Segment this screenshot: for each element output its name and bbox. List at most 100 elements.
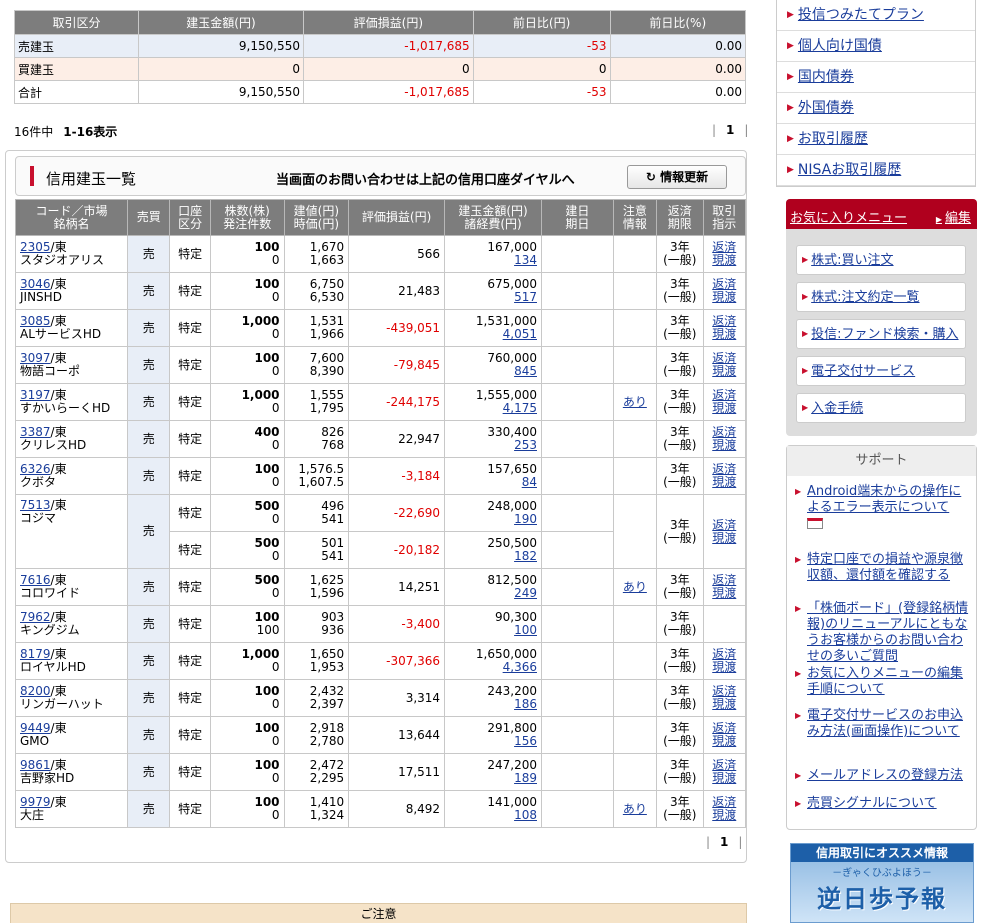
support-link[interactable]: ▶ 特定口座での損益や源泉徴収額、還付額を確認する <box>793 552 973 584</box>
deliver-link[interactable]: 現渡 <box>704 661 746 674</box>
amount-cell: 1,650,000 4,366 <box>444 642 542 680</box>
arrow-icon: ▶ <box>795 604 802 613</box>
fee-link[interactable]: 108 <box>445 809 537 822</box>
repay-link[interactable]: 返済 <box>704 518 746 532</box>
fee-link[interactable]: 253 <box>445 439 537 452</box>
fee-link[interactable]: 4,051 <box>445 328 537 341</box>
deliver-link[interactable]: 現渡 <box>704 291 746 304</box>
stock-code-link[interactable]: 3097 <box>20 351 51 365</box>
fee-link[interactable]: 249 <box>445 587 537 600</box>
quantity-cell: 100 0 <box>209 235 285 273</box>
fee-link[interactable]: 84 <box>445 476 537 489</box>
support-link[interactable]: ▶ Android端末からの操作によるエラー表示について <box>793 484 973 532</box>
fee-link[interactable]: 182 <box>445 550 537 563</box>
stock-code-link[interactable]: 7616 <box>20 573 51 587</box>
favorites-edit-link[interactable]: ▶ 編集 <box>936 207 971 226</box>
deliver-link[interactable]: 現渡 <box>704 772 746 785</box>
market-label: /東 <box>50 684 67 698</box>
support-label: 「株価ボード」(登録銘柄情報)のリニューアルにともなうお客様からのお問い合わせの… <box>807 601 969 664</box>
refresh-button[interactable]: ↻ 情報更新 <box>627 165 727 189</box>
right-nav-link[interactable]: ▶ NISAお取引履歴 <box>777 155 975 186</box>
deliver-link[interactable]: 現渡 <box>704 735 746 748</box>
action-cell: 返済 現渡 <box>702 790 746 828</box>
side-cell: 売 <box>127 568 171 606</box>
deliver-link[interactable]: 現渡 <box>704 809 746 822</box>
stock-code-link[interactable]: 3085 <box>20 314 51 328</box>
side-cell: 売 <box>127 235 171 273</box>
support-link[interactable]: ▶ メールアドレスの登録方法 <box>793 768 973 784</box>
favorite-item[interactable]: ▶ 電子交付サービス <box>796 356 966 386</box>
fee-link[interactable]: 100 <box>445 624 537 637</box>
stock-code-link[interactable]: 3387 <box>20 425 51 439</box>
stock-code-link[interactable]: 9861 <box>20 758 51 772</box>
summary-amount: 9,150,550 <box>138 80 304 104</box>
right-nav-link[interactable]: ▶ 国内債券 <box>777 62 975 93</box>
deliver-link[interactable]: 現渡 <box>704 365 746 378</box>
right-nav-link[interactable]: ▶ 投信つみたてプラン <box>777 0 975 31</box>
stock-cell: 9861/東 吉野家HD <box>14 753 129 791</box>
stock-code-link[interactable]: 2305 <box>20 240 51 254</box>
fee-link[interactable]: 4,366 <box>445 661 537 674</box>
deliver-link[interactable]: 現渡 <box>704 587 746 600</box>
caution-info-link[interactable]: あり <box>623 802 647 816</box>
fee-link[interactable]: 190 <box>445 513 537 526</box>
price-cell: 496 541 <box>283 494 350 532</box>
stock-code-link[interactable]: 8179 <box>20 647 51 661</box>
right-nav-link[interactable]: ▶ お取引履歴 <box>777 124 975 155</box>
favorite-item[interactable]: ▶ 入金手続 <box>796 393 966 423</box>
favorites-title[interactable]: お気に入りメニュー <box>790 207 907 226</box>
right-nav-link[interactable]: ▶ 個人向け国債 <box>777 31 975 62</box>
quantity-cell: 1,000 0 <box>209 309 285 347</box>
stock-cell: 7962/東 キングジム <box>14 605 129 643</box>
fee-link[interactable]: 517 <box>445 291 537 304</box>
caution-info-link[interactable]: あり <box>623 580 647 594</box>
deliver-link[interactable]: 現渡 <box>704 328 746 341</box>
fee-link[interactable]: 134 <box>445 254 537 267</box>
caution-info-link[interactable]: あり <box>623 395 647 409</box>
fee-link[interactable]: 186 <box>445 698 537 711</box>
price-cell: 501 541 <box>283 531 350 569</box>
deliver-link[interactable]: 現渡 <box>704 439 746 452</box>
right-nav-link[interactable]: ▶ 外国債券 <box>777 93 975 124</box>
stock-code-link[interactable]: 7513 <box>20 498 51 512</box>
table-row: 6326/東 クボタ売特定 100 0 1,576.5 1,607.5 -3,184 157,… <box>14 457 746 495</box>
fee-link[interactable]: 156 <box>445 735 537 748</box>
action-cell: 返済 現渡 <box>702 383 746 421</box>
link-label: お取引履歴 <box>797 131 868 147</box>
amount-cell: 90,300 100 <box>444 605 542 643</box>
reverse-daily-fee-banner[interactable]: 信用取引にオススメ情報 －ぎゃくひぶよほう－ 逆日歩予報 <box>790 843 974 923</box>
favorite-item[interactable]: ▶ 投信:ファンド検索・購入 <box>796 319 966 349</box>
arrow-icon: ▶ <box>802 366 809 375</box>
support-link[interactable]: ▶ お気に入りメニューの編集手順について <box>793 666 973 698</box>
caution-section-header[interactable]: ご注意 <box>10 903 747 923</box>
side-cell: 売 <box>127 716 171 754</box>
deliver-link[interactable]: 現渡 <box>704 476 746 489</box>
price-cell: 2,918 2,780 <box>283 716 350 754</box>
stock-code-link[interactable]: 3046 <box>20 277 51 291</box>
support-link[interactable]: ▶ 電子交付サービスのお申込み方法(画面操作)について <box>793 708 973 740</box>
stock-code-link[interactable]: 7962 <box>20 610 51 624</box>
fee-link[interactable]: 845 <box>445 365 537 378</box>
favorite-item[interactable]: ▶ 株式:注文約定一覧 <box>796 282 966 312</box>
pl-cell: -307,366 <box>348 642 446 680</box>
stock-code-link[interactable]: 6326 <box>20 462 51 476</box>
support-link[interactable]: ▶ 売買シグナルについて <box>793 796 973 812</box>
stock-code-link[interactable]: 9979 <box>20 795 51 809</box>
stock-code-link[interactable]: 8200 <box>20 684 51 698</box>
stock-name: リンガーハット <box>20 697 104 711</box>
quantity-cell: 100 0 <box>209 457 285 495</box>
stock-code-link[interactable]: 9449 <box>20 721 51 735</box>
market-label: /東 <box>50 277 67 291</box>
support-label: 売買シグナルについて <box>807 796 937 811</box>
deliver-link[interactable]: 現渡 <box>704 531 746 545</box>
fee-link[interactable]: 189 <box>445 772 537 785</box>
summary-row-sell: 売建玉 9,150,550 -1,017,685 -53 0.00 <box>14 34 747 58</box>
deliver-link[interactable]: 現渡 <box>704 402 746 415</box>
favorite-item[interactable]: ▶ 株式:買い注文 <box>796 245 966 275</box>
deliver-link[interactable]: 現渡 <box>704 254 746 267</box>
fee-link[interactable]: 4,175 <box>445 402 537 415</box>
deliver-link[interactable]: 現渡 <box>704 698 746 711</box>
stock-code-link[interactable]: 3197 <box>20 388 51 402</box>
account-type: 特定 <box>169 309 211 347</box>
support-link[interactable]: ▶ 「株価ボード」(登録銘柄情報)のリニューアルにともなうお客様からのお問い合わせ… <box>793 601 973 665</box>
